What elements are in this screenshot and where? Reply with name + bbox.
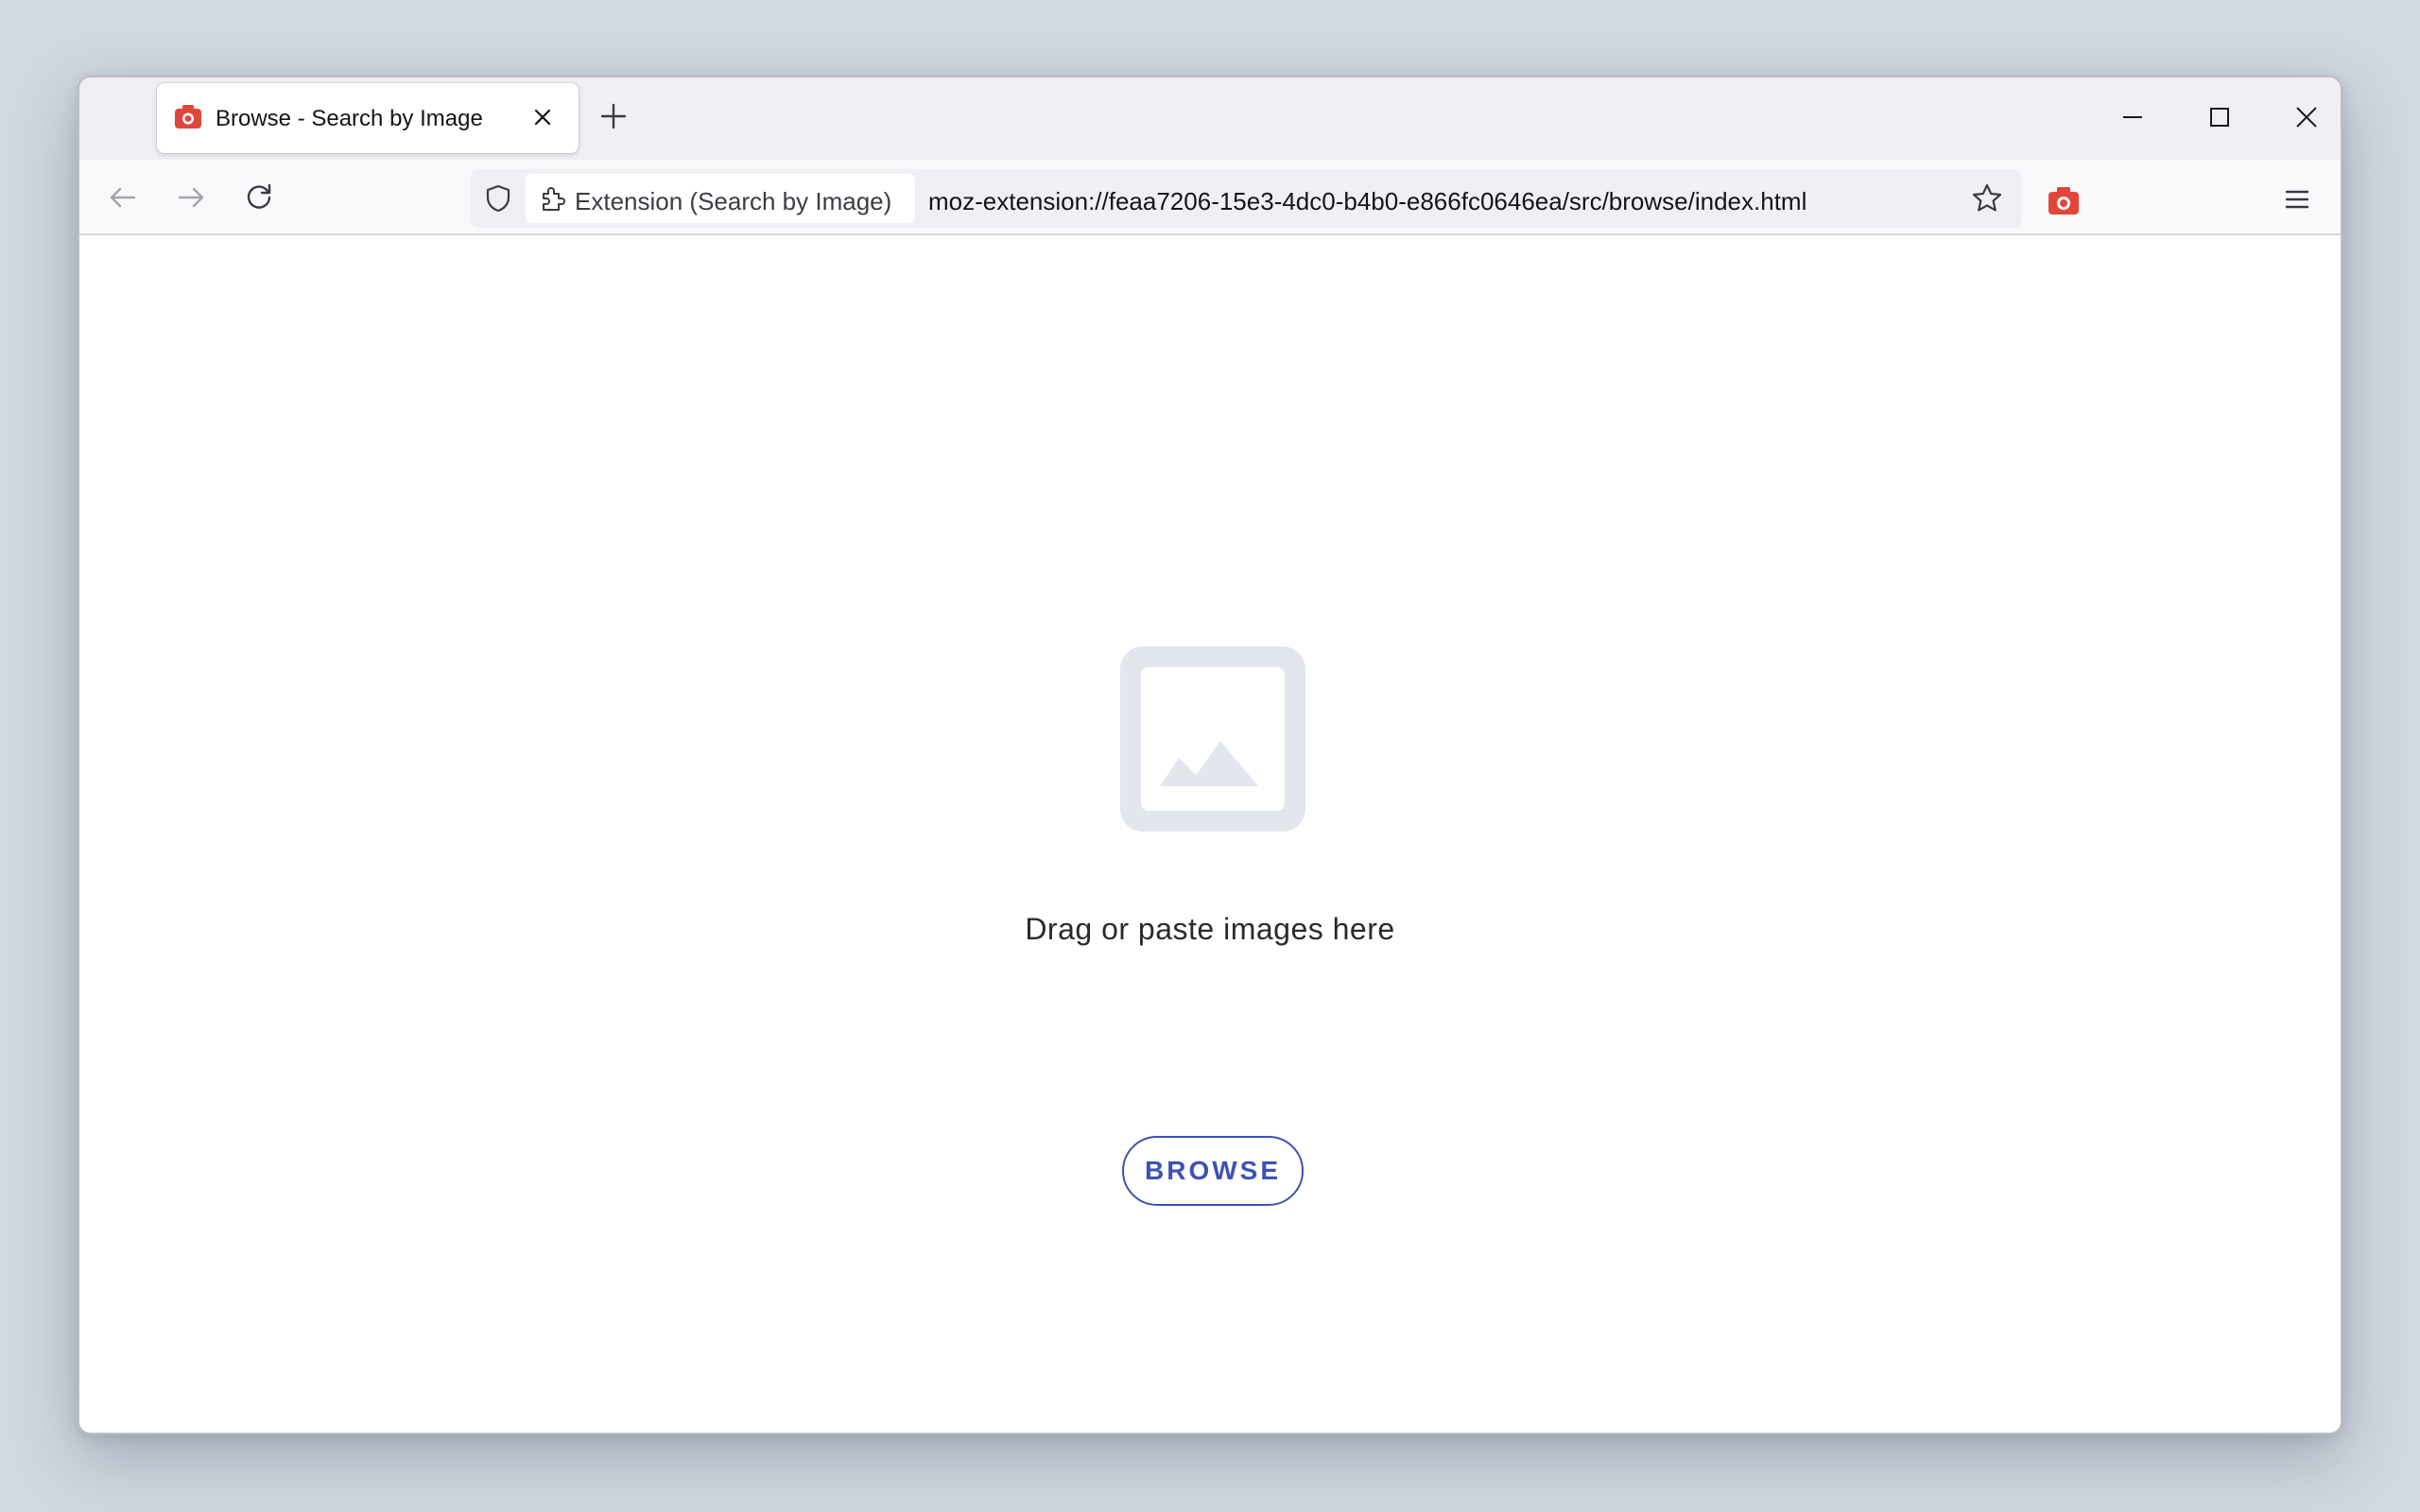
reload-icon[interactable]: [238, 177, 280, 218]
tab-browse-search-by-image[interactable]: Browse - Search by Image: [157, 83, 579, 153]
minimize-icon[interactable]: [2112, 96, 2153, 138]
shield-icon[interactable]: [482, 182, 514, 215]
url-text[interactable]: moz-extension://feaa7206-15e3-4dc0-b4b0-…: [928, 187, 1806, 216]
puzzle-piece-icon: [543, 187, 565, 211]
page-content[interactable]: Drag or paste images here BROWSE: [79, 235, 2341, 1433]
back-arrow-icon[interactable]: [102, 177, 144, 218]
close-tab-icon[interactable]: [529, 104, 556, 130]
drop-zone-text: Drag or paste images here: [1025, 912, 1395, 946]
search-by-image-extension-icon[interactable]: [2048, 186, 2080, 216]
tab-bar: Browse - Search by Image: [79, 77, 2341, 160]
navigation-toolbar: Extension (Search by Image) moz-extensio…: [79, 160, 2341, 235]
identity-label: Extension (Search by Image): [575, 187, 892, 215]
browser-window: Browse - Search by Image Extension (Sear…: [78, 76, 2342, 1435]
new-tab-button[interactable]: [597, 100, 630, 132]
hamburger-menu-icon[interactable]: [2280, 182, 2314, 216]
address-bar[interactable]: Extension (Search by Image) moz-extensio…: [471, 169, 2021, 228]
camera-icon: [175, 105, 201, 129]
close-window-icon[interactable]: [2286, 96, 2327, 138]
tab-title: Browse - Search by Image: [216, 106, 483, 131]
bookmark-star-icon[interactable]: [1970, 181, 2004, 215]
maximize-icon[interactable]: [2199, 96, 2240, 138]
forward-arrow-icon[interactable]: [170, 177, 212, 218]
image-placeholder-icon: [1120, 646, 1305, 832]
browse-button[interactable]: BROWSE: [1122, 1136, 1304, 1206]
identity-chip[interactable]: Extension (Search by Image): [526, 174, 915, 223]
